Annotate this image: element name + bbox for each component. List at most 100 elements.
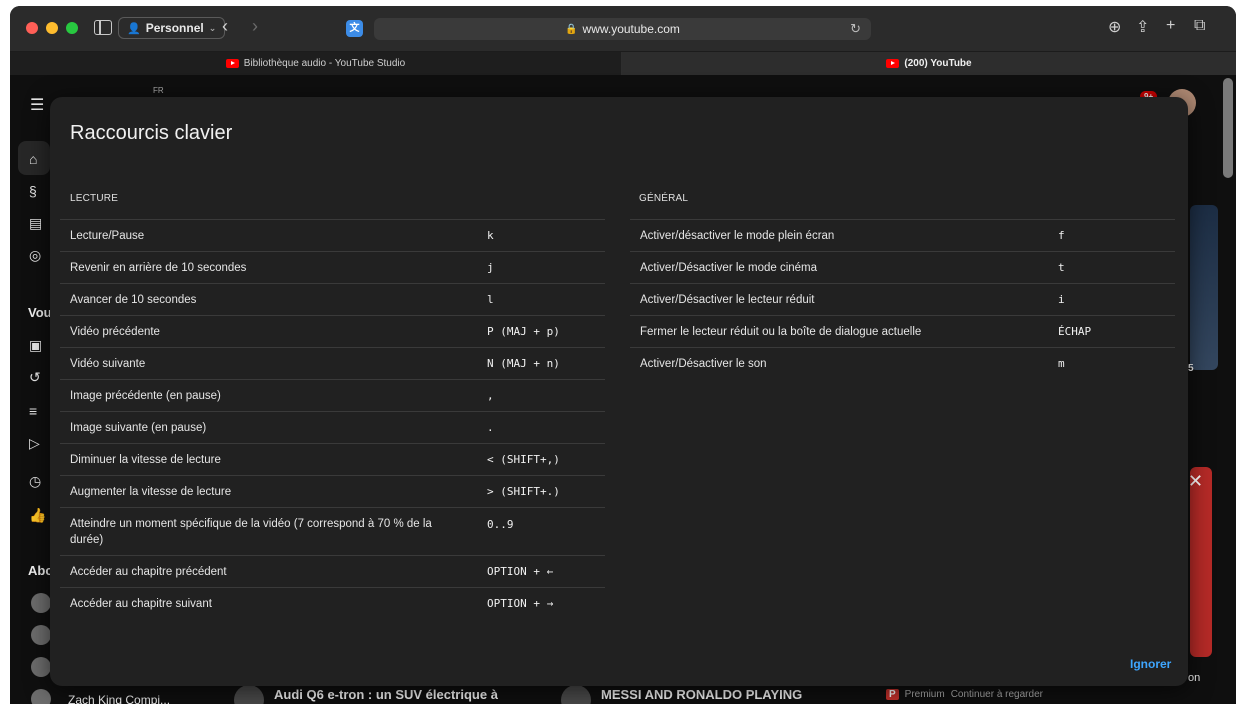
playback-shortcuts-table: Lecture/Pause k Revenir en arrière de 10 … — [60, 219, 605, 619]
shortcut-key: ÉCHAP — [1058, 325, 1092, 338]
tab-overview-icon[interactable]: ⧉ — [1194, 17, 1205, 35]
home-icon[interactable]: ⌂ — [29, 151, 45, 167]
forward-arrow-icon[interactable]: › — [252, 16, 258, 37]
shortcut-key: l — [487, 293, 494, 306]
address-bar[interactable]: 🔒 www.youtube.com ↻ — [374, 18, 871, 40]
video-thumbnail[interactable] — [1190, 205, 1218, 370]
shortcut-key: k — [487, 229, 494, 242]
shortcut-row: Lecture/Pause k — [60, 219, 605, 251]
tab-bar: Bibliothèque audio - YouTube Studio (200… — [10, 52, 1236, 75]
history-icon[interactable]: ↺ — [29, 369, 45, 385]
new-tab-icon[interactable]: + — [1166, 17, 1175, 35]
shortcut-row: Diminuer la vitesse de lecture < (SHIFT+,… — [60, 443, 605, 475]
shortcut-key: i — [1058, 293, 1065, 306]
region-code: FR — [153, 86, 164, 95]
channel-icon[interactable]: ▣ — [29, 337, 45, 353]
sidebar-section-subscriptions: Abc — [28, 563, 53, 578]
youtube-favicon-icon — [225, 59, 239, 68]
profile-selector[interactable]: 👤 Personnel ⌄ — [118, 17, 226, 39]
shortcut-key: OPTION + → — [487, 597, 554, 610]
shortcut-row: Avancer de 10 secondes l — [60, 283, 605, 315]
video-title[interactable]: Audi Q6 e-tron : un SUV électrique à — [274, 687, 498, 702]
shortcut-key: . — [487, 421, 494, 434]
video-count: 5 — [1188, 363, 1194, 374]
playback-heading: LECTURE — [70, 193, 119, 204]
shortcut-row: Vidéo précédente P (MAJ + p) — [60, 315, 605, 347]
shorts-icon[interactable]: § — [29, 183, 45, 199]
shortcut-row: Activer/désactiver le mode plein écran f — [630, 219, 1175, 251]
channel-name[interactable]: Zach King Compi... — [68, 693, 170, 704]
zoom-window-button[interactable] — [66, 22, 78, 34]
youtube-favicon-icon — [886, 59, 900, 68]
promo-card[interactable] — [1190, 467, 1212, 657]
shortcut-key: > (SHIFT+.) — [487, 485, 560, 498]
subscriptions-icon[interactable]: ▤ — [29, 215, 45, 231]
chevron-down-icon: ⌄ — [208, 22, 217, 33]
channel-avatar[interactable] — [234, 685, 264, 704]
music-icon[interactable]: ◎ — [29, 247, 45, 263]
shortcut-key: N (MAJ + n) — [487, 357, 560, 370]
shortcut-key: , — [487, 389, 494, 402]
profile-name: Personnel — [145, 21, 204, 35]
page-scrollbar[interactable] — [1223, 78, 1233, 178]
watch-later-icon[interactable]: ◷ — [29, 473, 45, 489]
reload-icon[interactable]: ↻ — [850, 21, 861, 37]
continue-label: Continuer à regarder — [950, 689, 1043, 700]
subscription-avatar[interactable] — [31, 625, 51, 645]
sidebar-toggle-icon[interactable] — [94, 20, 112, 35]
premium-icon: P — [886, 689, 899, 700]
shortcut-row: Accéder au chapitre suivant OPTION + → — [60, 587, 605, 619]
general-heading: GÉNÉRAL — [639, 193, 689, 204]
shortcut-row: Image suivante (en pause). — [60, 411, 605, 443]
tab-youtube[interactable]: (200) YouTube — [622, 52, 1236, 75]
sidebar-section-you: Vou — [28, 305, 52, 320]
shortcut-row: Activer/Désactiver le mode cinéma t — [630, 251, 1175, 283]
shortcut-key: 0..9 — [487, 518, 514, 531]
download-icon[interactable]: ⊕ — [1108, 17, 1121, 37]
translate-extension-icon[interactable]: 文 — [346, 20, 363, 37]
shortcut-row: Augmenter la vitesse de lecture > (SHIFT+… — [60, 475, 605, 507]
keyboard-shortcuts-dialog: Raccourcis clavier LECTURE GÉNÉRAL Lectu… — [50, 97, 1188, 686]
general-shortcuts-table: Activer/désactiver le mode plein écran f … — [630, 219, 1175, 379]
browser-toolbar: 👤 Personnel ⌄ ‹ › 文 🔒 www.youtube.com ↻ … — [10, 6, 1236, 52]
video-title[interactable]: MESSI AND RONALDO PLAYING — [601, 687, 802, 702]
shortcut-row: Activer/Désactiver le son m — [630, 347, 1175, 379]
share-icon[interactable]: ⇪ — [1136, 17, 1149, 37]
tab-title: (200) YouTube — [904, 58, 972, 69]
shortcut-key: OPTION + ← — [487, 565, 554, 578]
channel-avatar[interactable] — [561, 685, 591, 704]
shortcut-row: Activer/Désactiver le lecteur réduit i — [630, 283, 1175, 315]
subscription-avatar[interactable] — [31, 657, 51, 677]
liked-videos-icon[interactable]: 👍 — [29, 507, 46, 523]
shortcut-key: m — [1058, 357, 1065, 370]
minimize-window-button[interactable] — [46, 22, 58, 34]
subscription-avatar[interactable] — [31, 689, 51, 704]
menu-icon[interactable]: ☰ — [30, 95, 46, 114]
dialog-title: Raccourcis clavier — [70, 122, 233, 144]
shortcut-key: j — [487, 261, 494, 274]
shortcut-row: Accéder au chapitre précédent OPTION + ← — [60, 555, 605, 587]
promo-text: on — [1188, 672, 1201, 684]
tab-title: Bibliothèque audio - YouTube Studio — [243, 58, 406, 69]
shortcut-row: Vidéo suivante N (MAJ + n) — [60, 347, 605, 379]
premium-continue[interactable]: P Premium Continuer à regarder — [886, 689, 1043, 700]
shortcut-row: Atteindre un moment spécifique de la vid… — [60, 507, 605, 555]
shortcut-key: f — [1058, 229, 1065, 242]
premium-label: Premium — [904, 689, 945, 700]
person-icon: 👤 — [127, 22, 141, 35]
your-videos-icon[interactable]: ▷ — [29, 435, 45, 451]
shortcut-key: P (MAJ + p) — [487, 325, 560, 338]
subscription-avatar[interactable] — [31, 593, 51, 613]
playlists-icon[interactable]: ≡ — [29, 403, 45, 419]
tab-youtube-studio[interactable]: Bibliothèque audio - YouTube Studio — [10, 52, 622, 75]
shortcut-key: < (SHIFT+,) — [487, 453, 560, 466]
dismiss-button[interactable]: Ignorer — [1130, 657, 1171, 671]
shortcut-row: Image précédente (en pause), — [60, 379, 605, 411]
shortcut-row: Revenir en arrière de 10 secondes j — [60, 251, 605, 283]
shortcut-row: Fermer le lecteur réduit ou la boîte de … — [630, 315, 1175, 347]
close-window-button[interactable] — [26, 22, 38, 34]
back-arrow-icon[interactable]: ‹ — [222, 16, 228, 37]
browser-window: 👤 Personnel ⌄ ‹ › 文 🔒 www.youtube.com ↻ … — [10, 6, 1236, 704]
lock-icon: 🔒 — [565, 23, 578, 35]
close-icon[interactable]: ✕ — [1188, 471, 1203, 492]
